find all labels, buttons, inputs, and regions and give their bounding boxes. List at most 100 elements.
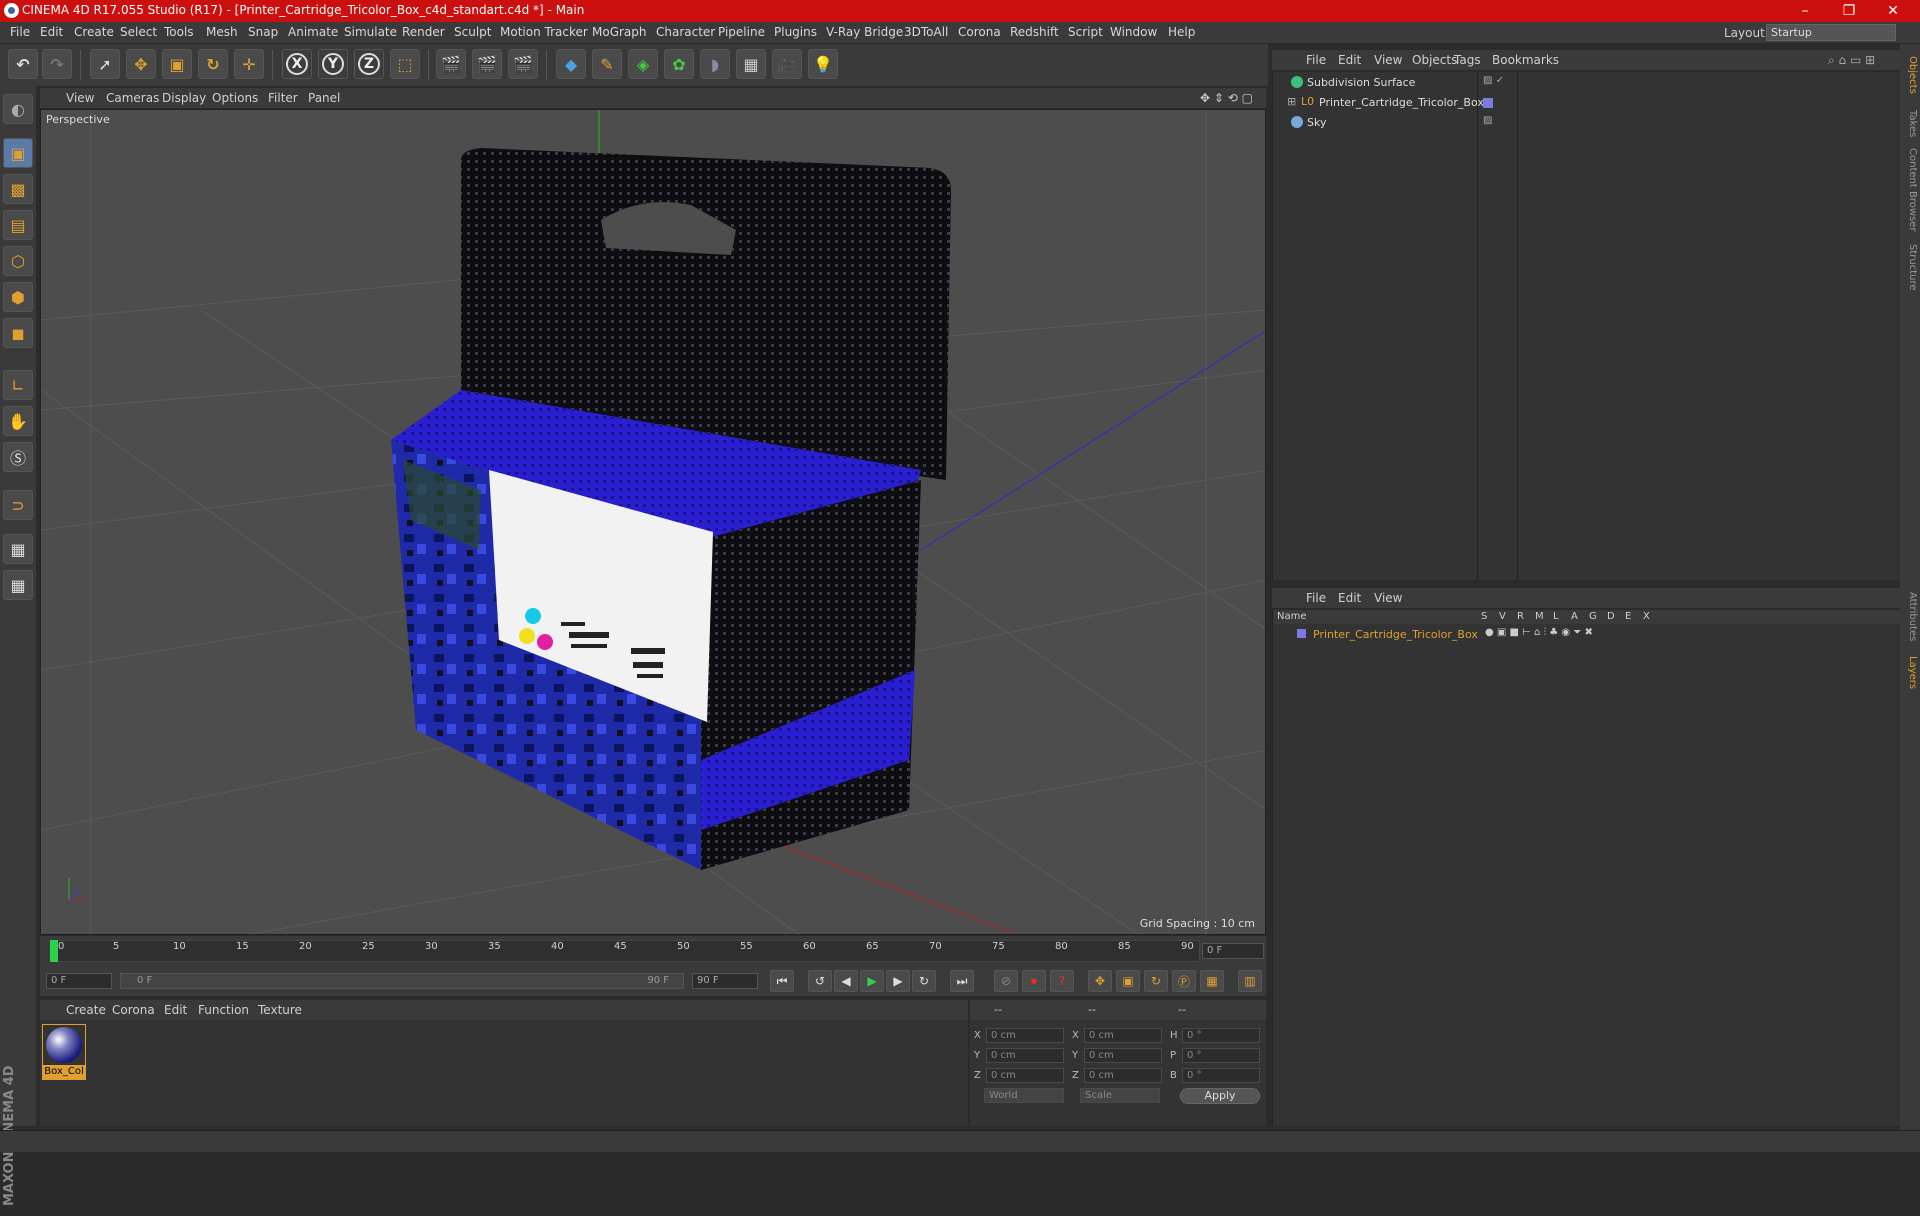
tab-attributes[interactable]: Attributes xyxy=(1902,592,1918,641)
vp-menu-options[interactable]: Options xyxy=(212,91,258,105)
undo-icon[interactable]: ↶ xyxy=(8,49,38,79)
position-z-field[interactable]: 0 cm xyxy=(986,1068,1064,1083)
vp-menu-display[interactable]: Display xyxy=(162,91,206,105)
menu-plugins[interactable]: Plugins xyxy=(774,25,817,39)
polygons-mode-icon[interactable]: ◼ xyxy=(3,318,33,348)
layer-color-swatch[interactable] xyxy=(1297,629,1306,638)
position-x-field[interactable]: 0 cm xyxy=(986,1028,1064,1043)
position-y-field[interactable]: 0 cm xyxy=(986,1048,1064,1063)
texture-mode-icon[interactable]: ▩ xyxy=(3,174,33,204)
size-y-field[interactable]: 0 cm xyxy=(1084,1048,1162,1063)
key-parameter-icon[interactable]: Ⓟ xyxy=(1172,970,1196,992)
layer-toggle-icons[interactable]: ● ▣ ■ ⊢ ⌂ ⫶ ♣ ◉ ⏷ ✖ xyxy=(1485,627,1593,638)
menu-file[interactable]: File xyxy=(10,25,30,39)
move-tool-icon[interactable]: ✥ xyxy=(126,49,156,79)
render-picture-viewer-icon[interactable]: 🎬 xyxy=(472,49,502,79)
menu-vray-bridge[interactable]: V-Ray Bridge xyxy=(826,25,903,39)
autokeying-icon[interactable]: ? xyxy=(1050,970,1074,992)
tab-structure[interactable]: Structure xyxy=(1902,244,1918,291)
obj-menu-view[interactable]: View xyxy=(1374,53,1402,67)
points-mode-icon[interactable]: ⬡ xyxy=(3,246,33,276)
menu-script[interactable]: Script xyxy=(1068,25,1103,39)
obj-menu-tags[interactable]: Tags xyxy=(1454,53,1481,67)
menu-create[interactable]: Create xyxy=(74,25,114,39)
menu-render[interactable]: Render xyxy=(402,25,445,39)
apply-button[interactable]: Apply xyxy=(1180,1088,1260,1104)
vp-menu-view[interactable]: View xyxy=(66,91,94,105)
menu-character[interactable]: Character xyxy=(656,25,715,39)
menu-animate[interactable]: Animate xyxy=(288,25,338,39)
workplane-lock-icon[interactable]: ▦ xyxy=(3,534,33,564)
tweak-mode-icon[interactable]: ✋ xyxy=(3,406,33,436)
timeline-ruler[interactable]: 0 5 10 15 20 25 30 35 40 45 50 55 60 65 … xyxy=(40,936,1266,966)
obj-search-icon[interactable]: ⌕ ⌂ ▭ ⊞ xyxy=(1828,53,1875,68)
menu-mesh[interactable]: Mesh xyxy=(206,25,238,39)
visibility-toggle[interactable]: ▨ xyxy=(1483,115,1492,126)
model-mode-icon[interactable]: ▣ xyxy=(3,138,33,168)
cube-object-icon[interactable]: ◆ xyxy=(556,49,586,79)
menu-mograph[interactable]: MoGraph xyxy=(592,25,647,39)
menu-sculpt[interactable]: Sculpt xyxy=(454,25,491,39)
layer-menu-edit[interactable]: Edit xyxy=(1338,591,1361,605)
size-x-field[interactable]: 0 cm xyxy=(1084,1028,1162,1043)
go-to-start-icon[interactable]: ⏮ xyxy=(770,970,794,992)
end-frame-field[interactable]: 90 F xyxy=(692,973,758,989)
previous-key-icon[interactable]: ↺ xyxy=(808,970,832,992)
playhead[interactable] xyxy=(50,940,58,962)
tab-layers[interactable]: Layers xyxy=(1902,656,1918,689)
mat-menu-function[interactable]: Function xyxy=(198,1003,249,1017)
rotate-tool-icon[interactable]: ↻ xyxy=(198,49,228,79)
array-mograph-icon[interactable]: ✿ xyxy=(664,49,694,79)
menu-corona[interactable]: Corona xyxy=(958,25,1001,39)
key-pla-icon[interactable]: ▦ xyxy=(1200,970,1224,992)
preview-range-slider[interactable]: 0 F 90 F xyxy=(120,973,684,989)
layer-menu-view[interactable]: View xyxy=(1374,591,1402,605)
layer-color-tag[interactable] xyxy=(1483,98,1493,108)
menu-motion-tracker[interactable]: Motion Tracker xyxy=(500,25,588,39)
render-view-icon[interactable]: 🎬 xyxy=(436,49,466,79)
mat-menu-create[interactable]: Create xyxy=(66,1003,106,1017)
go-to-end-icon[interactable]: ⏭ xyxy=(950,970,974,992)
obj-menu-edit[interactable]: Edit xyxy=(1338,53,1361,67)
floor-grid-icon[interactable]: ▦ xyxy=(736,49,766,79)
obj-menu-bookmarks[interactable]: Bookmarks xyxy=(1492,53,1559,67)
menu-redshift[interactable]: Redshift xyxy=(1010,25,1059,39)
edges-mode-icon[interactable]: ⬢ xyxy=(3,282,33,312)
light-icon[interactable]: 💡 xyxy=(808,49,838,79)
camera-icon[interactable]: 🎥 xyxy=(772,49,802,79)
size-z-field[interactable]: 0 cm xyxy=(1084,1068,1162,1083)
restore-button[interactable]: ❐ xyxy=(1826,0,1872,22)
perspective-viewport[interactable]: Perspective Grid Spacing : 10 cm xyxy=(40,109,1266,935)
redo-icon[interactable]: ↷ xyxy=(42,49,72,79)
magnet-icon[interactable]: ⊃ xyxy=(3,490,33,520)
transform-tool-icon[interactable]: ✛ xyxy=(234,49,264,79)
timeline-window-icon[interactable]: ▥ xyxy=(1238,970,1262,992)
object-row[interactable]: Sky ▨ xyxy=(1273,114,1901,132)
make-editable-icon[interactable]: ◐ xyxy=(3,94,33,124)
mat-menu-texture[interactable]: Texture xyxy=(258,1003,302,1017)
current-frame-field[interactable]: 0 F xyxy=(1202,943,1264,959)
coordinate-system-icon[interactable]: ⬚ xyxy=(390,49,420,79)
tab-content-browser[interactable]: Content Browser xyxy=(1902,148,1918,231)
rotation-h-field[interactable]: 0 ° xyxy=(1182,1028,1260,1043)
vp-menu-filter[interactable]: Filter xyxy=(268,91,298,105)
material-thumbnail[interactable]: Box_Col xyxy=(42,1024,86,1080)
layer-menu-file[interactable]: File xyxy=(1306,591,1326,605)
pen-spline-icon[interactable]: ✎ xyxy=(592,49,622,79)
viewport-navigation-icons[interactable]: ✥ ⇕ ⟲ ▢ xyxy=(1200,91,1253,105)
snap-icon[interactable]: Ⓢ xyxy=(3,442,33,472)
obj-menu-objects[interactable]: Objects xyxy=(1412,53,1457,67)
play-icon[interactable]: ▶ xyxy=(860,970,884,992)
menu-select[interactable]: Select xyxy=(120,25,157,39)
vp-menu-panel[interactable]: Panel xyxy=(308,91,340,105)
workplane-mode-icon[interactable]: ▤ xyxy=(3,210,33,240)
grid-snap-icon[interactable]: ▦ xyxy=(3,570,33,600)
menu-help[interactable]: Help xyxy=(1168,25,1195,39)
mat-menu-corona[interactable]: Corona xyxy=(112,1003,155,1017)
minimize-button[interactable]: – xyxy=(1782,0,1828,22)
close-button[interactable]: ✕ xyxy=(1870,0,1916,22)
rotation-b-field[interactable]: 0 ° xyxy=(1182,1068,1260,1083)
y-axis-lock-icon[interactable]: Y xyxy=(318,49,348,79)
object-row[interactable]: ⊞ L0 Printer_Cartridge_Tricolor_Box xyxy=(1273,94,1901,112)
menu-snap[interactable]: Snap xyxy=(248,25,278,39)
